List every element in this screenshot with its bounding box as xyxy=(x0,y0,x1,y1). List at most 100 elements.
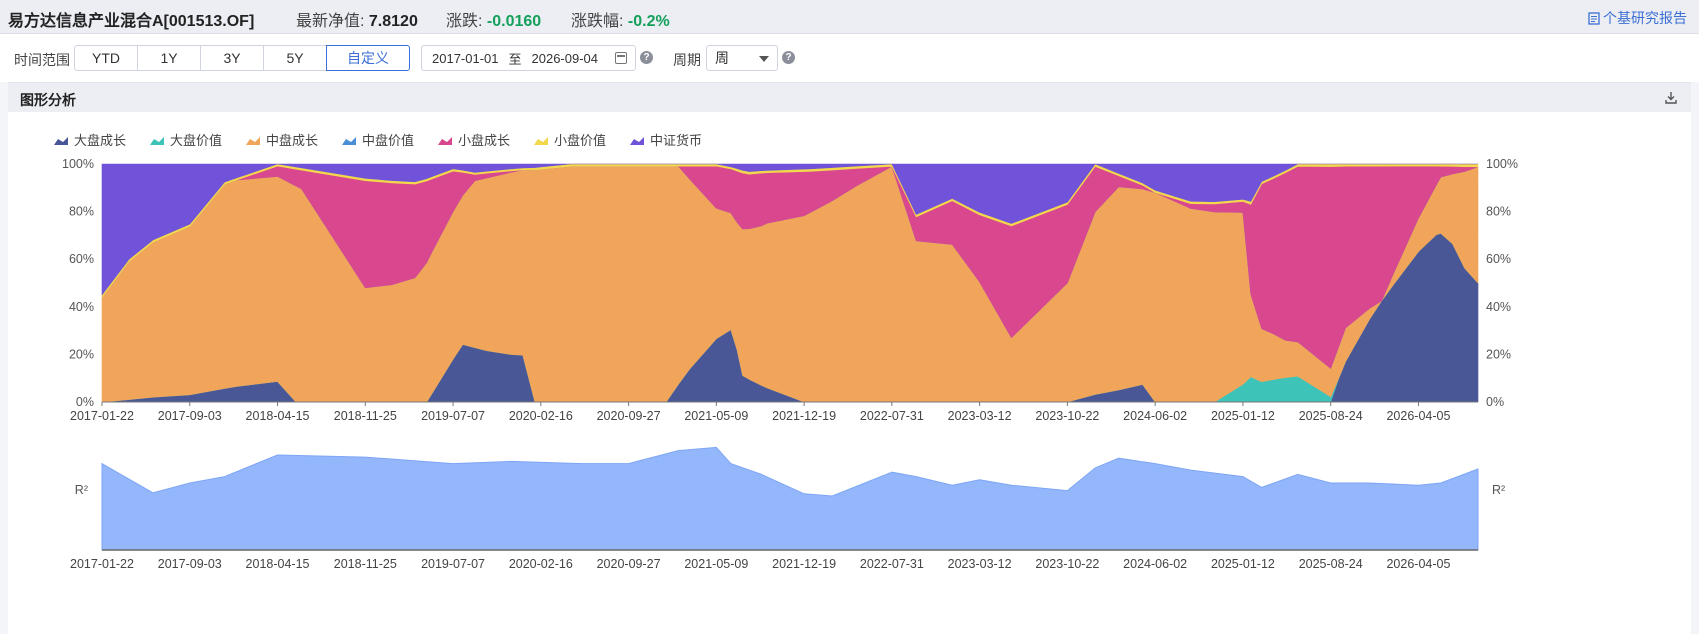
y-tick-label-right: 20% xyxy=(1486,347,1511,361)
legend-item[interactable]: 中盘价值 xyxy=(342,133,414,148)
x-tick-label: 2023-03-12 xyxy=(948,409,1012,423)
x-tick-label: 2020-09-27 xyxy=(597,409,661,423)
period-label: 周期 xyxy=(673,52,701,68)
y-tick-label-left: 80% xyxy=(69,205,94,219)
y-tick-label-left: 20% xyxy=(69,347,94,361)
period-select[interactable]: 周 xyxy=(706,45,778,71)
y-tick-label-left: 0% xyxy=(76,395,94,409)
r2-axis-label-left: R² xyxy=(75,483,88,497)
nav-label: 最新净值: xyxy=(296,13,365,30)
legend-label: 大盘价值 xyxy=(170,133,222,148)
panel-header: 图形分析 xyxy=(8,82,1691,112)
legend-swatch xyxy=(438,137,452,145)
y-tick-label-left: 100% xyxy=(62,157,94,171)
x-tick-label: 2019-07-07 xyxy=(421,409,485,423)
y-tick-label-left: 60% xyxy=(69,252,94,266)
legend-item[interactable]: 小盘成长 xyxy=(438,133,510,148)
date-separator: 至 xyxy=(508,51,522,67)
r2-x-tick-label: 2023-03-12 xyxy=(948,557,1012,571)
change-value: -0.0160 xyxy=(486,13,542,30)
r2-x-tick-label: 2024-06-02 xyxy=(1123,557,1187,571)
legend-item[interactable]: 中盘成长 xyxy=(246,133,318,148)
r2-x-tick-label: 2020-02-16 xyxy=(509,557,573,571)
x-tick-label: 2018-11-25 xyxy=(334,409,397,423)
y-tick-label-right: 80% xyxy=(1486,205,1511,219)
end-date: 2026-09-04 xyxy=(531,50,599,66)
legend-swatch xyxy=(534,137,548,145)
x-tick-label: 2025-01-12 xyxy=(1211,409,1275,423)
document-icon xyxy=(1588,11,1600,25)
r2-x-tick-label: 2026-04-05 xyxy=(1386,557,1450,571)
chevron-down-icon xyxy=(759,56,769,62)
y-tick-label-right: 40% xyxy=(1486,300,1511,314)
r2-axis-label-right: R² xyxy=(1492,483,1505,497)
x-tick-label: 2018-04-15 xyxy=(246,409,310,423)
legend-label: 中盘成长 xyxy=(266,133,318,148)
change-metric: 涨跌: -0.0160 xyxy=(446,7,541,31)
r2-x-tick-label: 2021-05-09 xyxy=(684,557,748,571)
fund-name: 易方达信息产业混合A[001513.OF] xyxy=(8,13,255,30)
legend-swatch xyxy=(150,137,164,145)
report-link[interactable]: 个基研究报告 xyxy=(1588,8,1687,28)
pct-value: -0.2% xyxy=(627,13,670,30)
y-tick-label-right: 0% xyxy=(1486,395,1504,409)
pct-label: 涨跌幅: xyxy=(571,13,624,30)
help-icon[interactable]: ? xyxy=(640,51,653,64)
download-icon[interactable] xyxy=(1665,91,1677,104)
r2-x-tick-label: 2018-11-25 xyxy=(334,557,397,571)
fund-header: 易方达信息产业混合A[001513.OF] 最新净值: 7.8120 涨跌: -… xyxy=(0,0,1699,34)
legend-item[interactable]: 小盘价值 xyxy=(534,133,606,148)
legend-label: 小盘价值 xyxy=(554,133,606,148)
legend-swatch xyxy=(54,137,68,145)
legend-label: 大盘成长 xyxy=(74,133,126,148)
x-tick-label: 2017-09-03 xyxy=(158,409,222,423)
range-button-3y[interactable]: 3Y xyxy=(200,45,264,71)
x-tick-label: 2021-05-09 xyxy=(684,409,748,423)
x-tick-label: 2017-01-22 xyxy=(70,409,134,423)
nav-value: 7.8120 xyxy=(368,13,418,30)
r2-area xyxy=(101,446,1479,551)
x-tick-label: 2022-07-31 xyxy=(860,409,924,423)
help-icon[interactable]: ? xyxy=(782,51,795,64)
legend-item[interactable]: 大盘成长 xyxy=(54,133,126,148)
legend-item[interactable]: 大盘价值 xyxy=(150,133,222,148)
r2-x-tick-label: 2020-09-27 xyxy=(597,557,661,571)
range-button-1y[interactable]: 1Y xyxy=(137,45,201,71)
analysis-panel: 图形分析 大盘成长 大盘价值 中盘成长 中盘价值 小盘成长 小盘价值 中证货币 0% 0% 20… xyxy=(8,82,1691,634)
pct-metric: 涨跌幅: -0.2% xyxy=(571,7,670,31)
y-tick-label-right: 60% xyxy=(1486,252,1511,266)
range-button-5y[interactable]: 5Y xyxy=(263,45,327,71)
x-tick-label: 2026-04-05 xyxy=(1386,409,1450,423)
range-segmented-control: YTD 1Y 3Y 5Y 自定义 xyxy=(74,45,410,71)
legend-label: 小盘成长 xyxy=(458,133,510,148)
r2-x-tick-label: 2025-08-24 xyxy=(1299,557,1363,571)
panel-title: 图形分析 xyxy=(20,92,76,108)
r2-x-tick-label: 2025-01-12 xyxy=(1211,557,1275,571)
range-label: 时间范围 xyxy=(14,52,70,68)
y-tick-label-left: 40% xyxy=(69,300,94,314)
report-link-label: 个基研究报告 xyxy=(1603,10,1687,26)
period-value: 周 xyxy=(715,50,729,66)
date-range-picker[interactable]: 2017-01-01 至 2026-09-04 xyxy=(421,45,636,71)
legend-swatch xyxy=(342,137,356,145)
x-tick-label: 2020-02-16 xyxy=(509,409,573,423)
legend-label: 中证货币 xyxy=(650,133,702,148)
r2-x-tick-label: 2017-01-22 xyxy=(70,557,134,571)
change-label: 涨跌: xyxy=(446,13,483,30)
range-button-custom[interactable]: 自定义 xyxy=(326,45,410,71)
start-date: 2017-01-01 xyxy=(432,50,499,66)
r2-x-tick-label: 2021-12-19 xyxy=(772,557,836,571)
calendar-icon xyxy=(615,52,627,64)
style-analysis-chart: 大盘成长 大盘价值 中盘成长 中盘价值 小盘成长 小盘价值 中证货币 0% 0% 20% 20% 4… xyxy=(54,133,1518,571)
r2-x-tick-label: 2023-10-22 xyxy=(1035,557,1099,571)
legend-item[interactable]: 中证货币 xyxy=(630,133,702,148)
y-tick-label-right: 100% xyxy=(1486,157,1518,171)
x-tick-label: 2024-06-02 xyxy=(1123,409,1187,423)
x-tick-label: 2021-12-19 xyxy=(772,409,836,423)
x-tick-label: 2025-08-24 xyxy=(1299,409,1363,423)
toolbar: 时间范围 YTD 1Y 3Y 5Y 自定义 2017-01-01 至 2026-… xyxy=(0,34,1699,82)
nav-metric: 最新净值: 7.8120 xyxy=(296,7,418,31)
range-button-ytd[interactable]: YTD xyxy=(74,45,138,71)
r2-x-tick-label: 2022-07-31 xyxy=(860,557,924,571)
legend-swatch xyxy=(630,137,644,145)
